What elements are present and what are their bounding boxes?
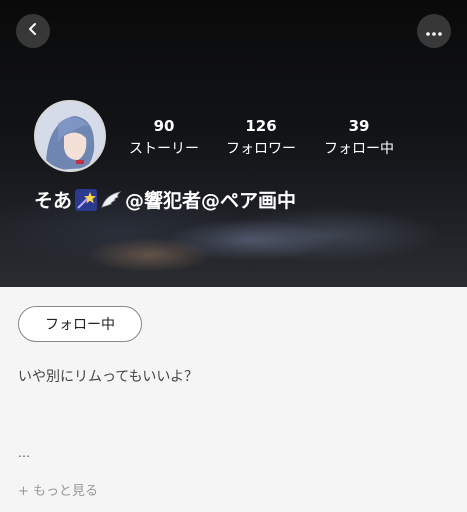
name-prefix: そあ <box>34 190 73 212</box>
back-button[interactable] <box>16 14 50 48</box>
stat-following[interactable]: 39 フォロー中 <box>309 116 409 158</box>
see-more-link[interactable]: + もっと見る <box>18 480 98 499</box>
name-suffix: @響犯者@ペア画中 <box>125 190 297 212</box>
wing-icon <box>100 189 122 211</box>
profile-bio: いや別にリムってもいいよ？ <box>18 369 199 385</box>
stat-label: ストーリー <box>129 141 199 157</box>
chevron-left-icon <box>25 21 41 41</box>
more-options-button[interactable] <box>417 14 451 48</box>
profile-stats: 90 ストーリー 126 フォロワー 39 フォロー中 <box>114 116 414 162</box>
stat-value: 39 <box>348 117 370 135</box>
bio-ellipsis: … <box>18 446 30 460</box>
stat-value: 126 <box>245 117 277 135</box>
more-horizontal-icon <box>426 22 442 41</box>
following-button[interactable]: フォロー中 <box>18 306 142 342</box>
stat-label: フォロー中 <box>324 141 394 157</box>
stat-value: 90 <box>153 117 175 135</box>
profile-name: そあ @響犯者@ペア画中 <box>34 186 296 213</box>
stat-followers[interactable]: 126 フォロワー <box>211 116 311 158</box>
stat-stories[interactable]: 90 ストーリー <box>114 116 214 158</box>
shooting-star-icon <box>75 188 98 211</box>
stat-label: フォロワー <box>226 141 296 157</box>
avatar[interactable] <box>34 100 106 172</box>
